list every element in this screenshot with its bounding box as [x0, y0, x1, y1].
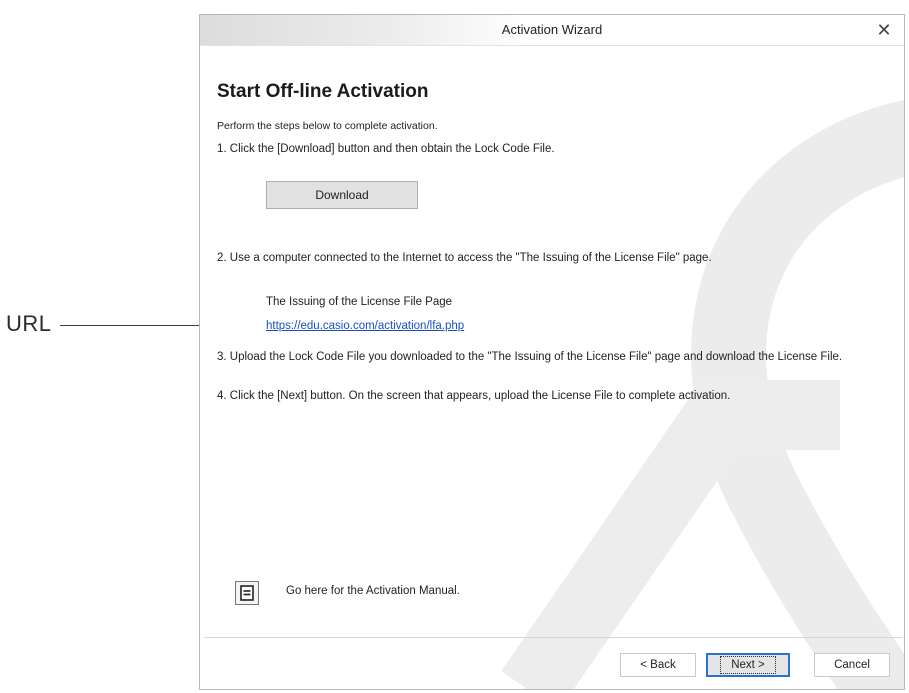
- footer-separator: [204, 637, 902, 638]
- back-button[interactable]: < Back: [620, 653, 696, 677]
- activation-url-link[interactable]: https://edu.casio.com/activation/lfa.php: [266, 320, 464, 332]
- step-4-text: 4. Click the [Next] button. On the scree…: [217, 390, 731, 402]
- document-icon-glyph: [240, 585, 254, 601]
- document-icon[interactable]: [235, 581, 259, 605]
- window-title: Activation Wizard: [501, 22, 603, 37]
- step-1-text: 1. Click the [Download] button and then …: [217, 143, 555, 155]
- close-button[interactable]: ✕: [870, 18, 898, 42]
- license-page-label: The Issuing of the License File Page: [266, 296, 453, 308]
- activation-wizard-window: Activation Wizard ✕ Start Off-line Activ…: [199, 14, 905, 690]
- url-callout-label: URL: [6, 311, 52, 336]
- activation-manual-link[interactable]: Go here for the Activation Manual.: [286, 585, 460, 597]
- cancel-button[interactable]: Cancel: [814, 653, 890, 677]
- step-3-text: 3. Upload the Lock Code File you downloa…: [217, 351, 843, 363]
- next-button-label: Next >: [720, 656, 776, 674]
- download-button[interactable]: Download: [266, 181, 418, 209]
- intro-text: Perform the steps below to complete acti…: [217, 120, 438, 132]
- step-2-text: 2. Use a computer connected to the Inter…: [217, 252, 712, 264]
- title-bar: Activation Wizard ✕: [200, 15, 904, 46]
- page-title: Start Off-line Activation: [217, 81, 429, 102]
- next-button[interactable]: Next >: [706, 653, 790, 677]
